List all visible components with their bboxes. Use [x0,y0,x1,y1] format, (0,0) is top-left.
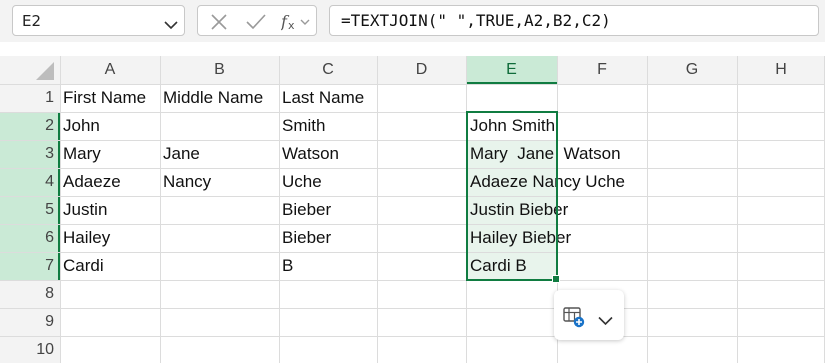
cell-c5[interactable]: Bieber [279,196,331,224]
cancel-icon[interactable] [210,13,228,35]
cell-b1[interactable]: Middle Name [160,84,263,112]
column-header-e[interactable]: E [466,56,557,84]
cell-a5[interactable]: Justin [60,196,107,224]
row-header-2[interactable]: 2 [0,112,60,140]
cell-b3[interactable]: Jane [160,140,200,168]
row-header-7[interactable]: 7 [0,252,60,280]
cell-a3[interactable]: Mary [60,140,101,168]
row-header-6[interactable]: 6 [0,224,60,252]
selection-range[interactable] [466,111,560,283]
cell-c2[interactable]: Smith [279,112,325,140]
column-header-g[interactable]: G [647,56,737,84]
formula-buttons: f x [197,5,317,36]
formula-input[interactable]: =TEXTJOIN(" ",TRUE,A2,B2,C2) [329,5,819,36]
row-header-8[interactable]: 8 [0,280,60,308]
formula-bar-area: E2 f x =TEXTJOIN(" ",TRUE,A2,B2,C2) [0,0,825,42]
cell-c4[interactable]: Uche [279,168,322,196]
name-box-value: E2 [22,12,42,30]
cell-a1[interactable]: First Name [60,84,146,112]
row-header-3[interactable]: 3 [0,140,60,168]
cell-b4[interactable]: Nancy [160,168,211,196]
row-header-9[interactable]: 9 [0,308,60,336]
column-header-c[interactable]: C [279,56,377,84]
cell-c1[interactable]: Last Name [279,84,364,112]
row-header-10[interactable]: 10 [0,336,60,364]
cell-c6[interactable]: Bieber [279,224,331,252]
quick-analysis-icon[interactable] [563,306,585,332]
column-header-f[interactable]: F [557,56,647,84]
chevron-down-icon[interactable] [598,311,613,330]
cell-c3[interactable]: Watson [279,140,339,168]
worksheet-grid[interactable]: A B C D E F G H 1 2 3 4 5 6 7 8 9 10 Fir… [0,42,825,363]
enter-icon[interactable] [245,13,267,35]
column-header-b[interactable]: B [160,56,279,84]
insert-function-icon[interactable]: f x [280,12,313,35]
cell-a6[interactable]: Hailey [60,224,110,252]
column-header-d[interactable]: D [377,56,466,84]
cell-a2[interactable]: John [60,112,100,140]
cell-a4[interactable]: Adaeze [60,168,121,196]
cell-a7[interactable]: Cardi [60,252,104,280]
name-box[interactable]: E2 [12,5,185,36]
svg-text:x: x [288,19,295,31]
row-header-4[interactable]: 4 [0,168,60,196]
row-header-5[interactable]: 5 [0,196,60,224]
row-header-1[interactable]: 1 [0,84,60,112]
chevron-down-icon[interactable] [164,15,178,34]
formula-text: =TEXTJOIN(" ",TRUE,A2,B2,C2) [341,11,611,30]
column-header-h[interactable]: H [737,56,825,84]
column-header-a[interactable]: A [60,56,160,84]
fill-handle[interactable] [552,275,560,283]
cell-c7[interactable]: B [279,252,293,280]
quick-analysis-button[interactable] [554,290,624,340]
